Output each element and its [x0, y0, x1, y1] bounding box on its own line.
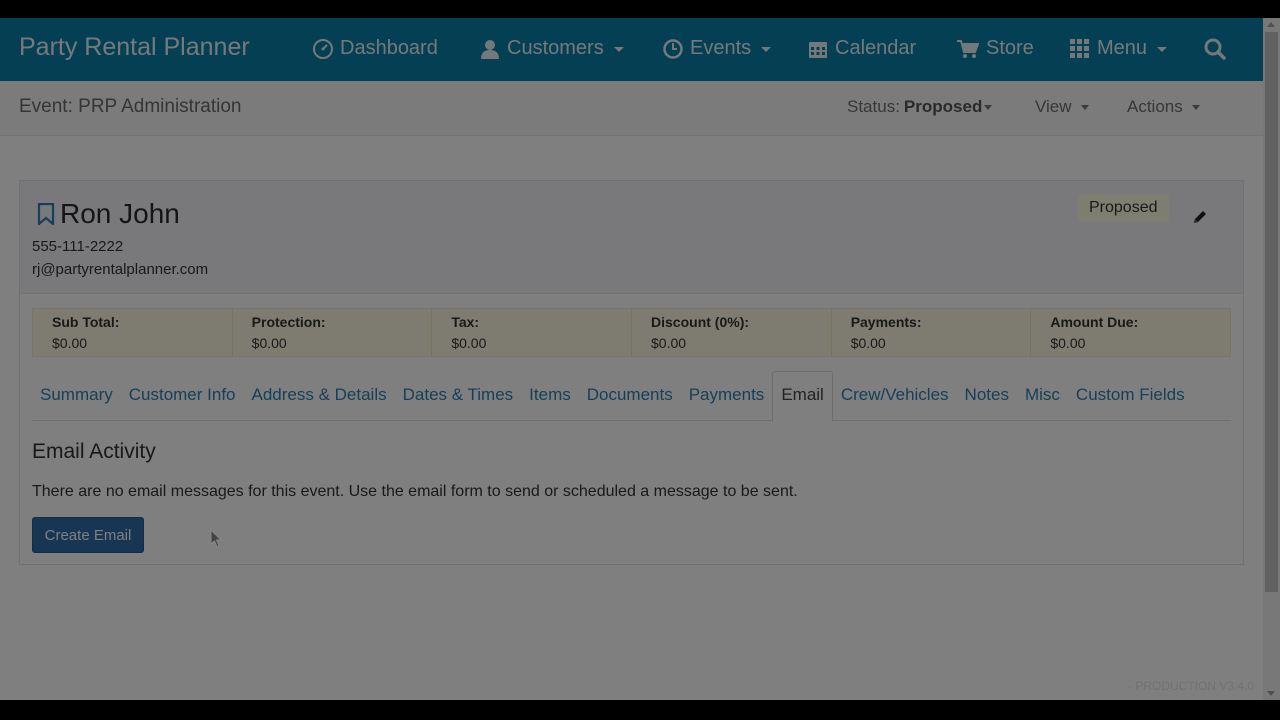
- nav-dashboard-label: Dashboard: [340, 37, 438, 59]
- browser-viewport: Party Rental Planner Dashboard Customers…: [0, 18, 1263, 700]
- scroll-down-arrow-icon[interactable]: [1267, 691, 1275, 696]
- view-label: View: [1035, 97, 1072, 116]
- mouse-cursor-icon: [210, 529, 223, 548]
- nav-customers[interactable]: Customers: [480, 37, 624, 60]
- bookmark-icon[interactable]: [37, 203, 55, 225]
- event-tabs: Summary Customer Info Address & Details …: [32, 371, 1231, 422]
- tab-notes[interactable]: Notes: [957, 371, 1017, 421]
- status-dropdown[interactable]: Status: Proposed: [847, 97, 993, 117]
- tab-email[interactable]: Email: [772, 371, 833, 422]
- nav-events[interactable]: Events: [663, 37, 772, 60]
- nav-events-label: Events: [690, 37, 752, 59]
- total-label: Sub Total:: [52, 314, 120, 330]
- screen-bottom-border: [0, 700, 1280, 720]
- chevron-down-icon: [984, 104, 993, 110]
- chevron-down-icon: [1080, 104, 1089, 110]
- event-title: Event: PRP Administration: [19, 96, 242, 117]
- nav-menu-label: Menu: [1097, 37, 1148, 59]
- clock-icon: [663, 38, 683, 59]
- nav-customers-label: Customers: [507, 37, 604, 59]
- event-card: Ron John 555-111-2222 rj@partyrentalplan…: [19, 180, 1244, 565]
- total-subtotal: Sub Total: $0.00: [33, 309, 233, 356]
- calendar-icon: [809, 41, 827, 58]
- total-label: Payments:: [850, 314, 922, 330]
- total-value: $0.00: [251, 335, 287, 351]
- status-value: Proposed: [903, 97, 983, 116]
- total-value: $0.00: [1050, 335, 1086, 351]
- scroll-up-arrow-icon[interactable]: [1267, 22, 1275, 27]
- tab-payments[interactable]: Payments: [681, 371, 773, 421]
- nav-calendar-label: Calendar: [835, 37, 917, 59]
- tab-customer-info[interactable]: Customer Info: [121, 371, 244, 421]
- total-label: Tax:: [451, 314, 480, 330]
- customer-phone: 555-111-2222: [32, 238, 124, 255]
- chevron-down-icon: [761, 47, 772, 52]
- total-label: Amount Due:: [1050, 314, 1139, 330]
- tab-crew-vehicles[interactable]: Crew/Vehicles: [833, 371, 957, 421]
- edit-button[interactable]: [1192, 209, 1208, 230]
- tab-documents[interactable]: Documents: [579, 371, 681, 421]
- top-navbar: Party Rental Planner Dashboard Customers…: [0, 18, 1263, 81]
- nav-calendar[interactable]: Calendar: [808, 37, 916, 60]
- pencil-icon: [1194, 211, 1206, 223]
- cart-icon: [957, 39, 979, 58]
- total-payments: Payments: $0.00: [832, 309, 1032, 356]
- customer-name-text: Ron John: [60, 198, 180, 229]
- event-subheader: Event: PRP Administration Status: Propos…: [0, 81, 1263, 136]
- email-empty-message: There are no email messages for this eve…: [32, 483, 798, 500]
- total-value: $0.00: [451, 335, 487, 351]
- tab-misc[interactable]: Misc: [1017, 371, 1068, 421]
- chevron-down-icon: [613, 47, 624, 52]
- total-label: Protection:: [251, 314, 326, 330]
- total-amount-due: Amount Due: $0.00: [1031, 309, 1230, 356]
- nav-search-button[interactable]: [1204, 38, 1226, 60]
- nav-menu[interactable]: Menu: [1070, 37, 1168, 60]
- actions-label: Actions: [1127, 97, 1183, 116]
- actions-dropdown[interactable]: Actions: [1127, 97, 1200, 117]
- tab-custom-fields[interactable]: Custom Fields: [1068, 371, 1193, 421]
- email-activity-title: Email Activity: [32, 440, 156, 463]
- scroll-thumb[interactable]: [1265, 32, 1278, 592]
- grid-icon: [1070, 38, 1089, 58]
- nav-store-label: Store: [986, 37, 1034, 59]
- tab-address-details[interactable]: Address & Details: [244, 371, 395, 421]
- chevron-down-icon: [1157, 47, 1168, 52]
- user-icon: [481, 39, 499, 59]
- total-value: $0.00: [850, 335, 886, 351]
- status-label: Status:: [847, 97, 900, 116]
- total-protection: Protection: $0.00: [233, 309, 433, 356]
- version-label: - PRODUCTION V3.4.0: [1128, 679, 1255, 693]
- total-tax: Tax: $0.00: [432, 309, 633, 356]
- create-email-button[interactable]: Create Email: [32, 517, 144, 553]
- totals-bar: Sub Total: $0.00 Protection: $0.00 Tax: …: [32, 308, 1231, 357]
- nav-dashboard[interactable]: Dashboard: [313, 37, 438, 60]
- screen-top-border: [0, 0, 1280, 18]
- brand-link[interactable]: Party Rental Planner: [19, 33, 250, 62]
- page-scrollbar[interactable]: [1263, 18, 1280, 700]
- customer-name: Ron John: [37, 198, 180, 230]
- tab-dates-times[interactable]: Dates & Times: [395, 371, 522, 421]
- tab-summary[interactable]: Summary: [32, 371, 121, 421]
- status-badge: Proposed: [1078, 194, 1169, 222]
- chevron-down-icon: [1191, 104, 1200, 110]
- customer-email: rj@partyrentalplanner.com: [32, 261, 209, 278]
- dashboard-icon: [313, 38, 333, 59]
- customer-header: Ron John 555-111-2222 rj@partyrentalplan…: [20, 181, 1243, 294]
- total-discount: Discount (0%): $0.00: [632, 309, 832, 356]
- nav-store[interactable]: Store: [957, 37, 1034, 60]
- view-dropdown[interactable]: View: [1035, 97, 1089, 117]
- total-label: Discount (0%):: [651, 314, 750, 330]
- tab-items[interactable]: Items: [521, 371, 579, 421]
- total-value: $0.00: [651, 335, 687, 351]
- total-value: $0.00: [52, 335, 88, 351]
- search-icon: [1204, 38, 1226, 60]
